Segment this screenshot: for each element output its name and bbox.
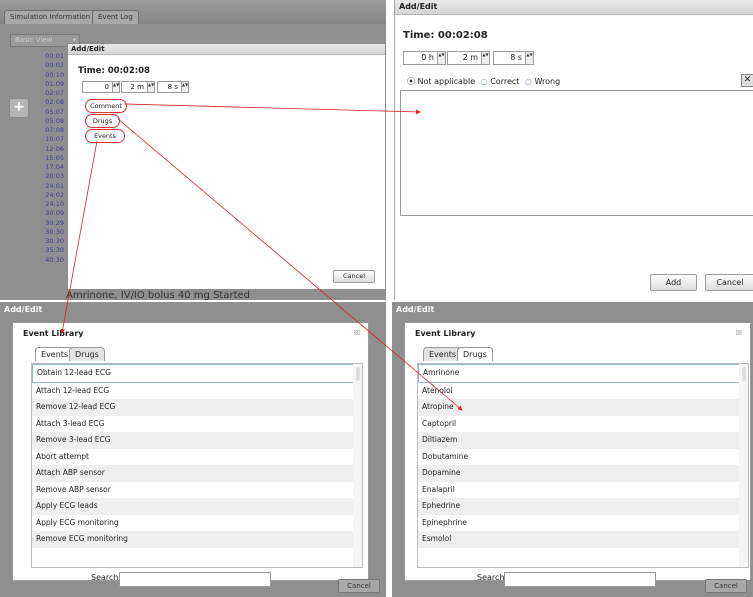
arrow-events [60, 140, 98, 334]
arrow-comment [123, 103, 421, 115]
arrow-drugs [117, 118, 463, 411]
annotation-arrows [60, 103, 463, 411]
